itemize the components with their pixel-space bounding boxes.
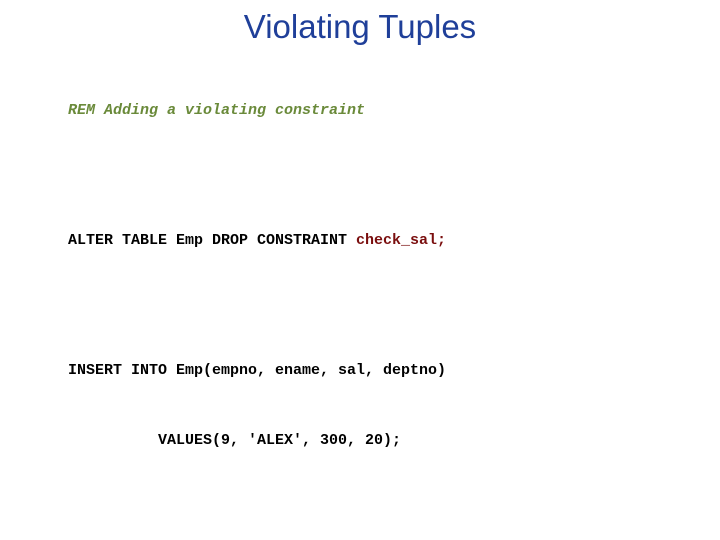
code-block: REM Adding a violating constraint ALTER …	[68, 52, 672, 540]
code-alter-drop: ALTER TABLE Emp DROP CONSTRAINT check_sa…	[68, 229, 672, 252]
code-spacer	[68, 299, 672, 313]
slide: Violating Tuples REM Adding a violating …	[0, 0, 720, 540]
code-spacer	[68, 499, 672, 513]
code-text: ALTER TABLE Emp DROP CONSTRAINT	[68, 232, 356, 249]
code-insert-1: INSERT INTO Emp(empno, ename, sal, deptn…	[68, 359, 672, 382]
slide-title: Violating Tuples	[28, 8, 692, 46]
code-insert-2: VALUES(9, 'ALEX', 300, 20);	[68, 429, 672, 452]
code-object: check_sal;	[356, 232, 446, 249]
code-comment-1: REM Adding a violating constraint	[68, 99, 672, 122]
code-spacer	[68, 168, 672, 182]
